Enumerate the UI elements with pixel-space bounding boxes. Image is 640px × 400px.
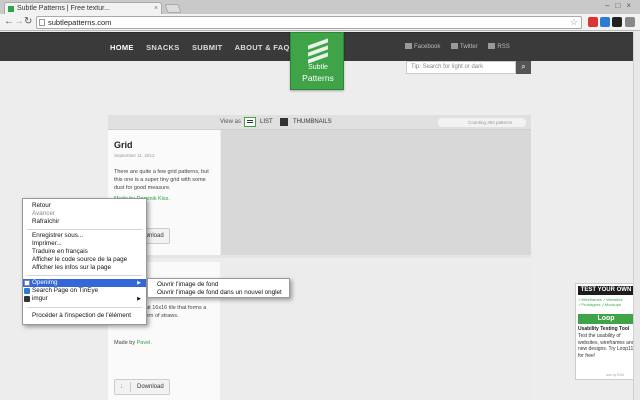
- submenu-item-open-bg-new-tab[interactable]: Ouvrir l'image de fond dans un nouvel on…: [148, 289, 289, 297]
- tab-close-icon[interactable]: ×: [154, 3, 158, 14]
- context-submenu: Ouvrir l'image de fond Ouvrir l'image de…: [147, 278, 290, 298]
- facebook-link[interactable]: Facebook: [405, 43, 441, 50]
- view-as-label: View as: [220, 119, 241, 125]
- browser-tab[interactable]: Subtle Patterns | Free textur... ×: [4, 2, 162, 14]
- submenu-arrow-icon: ▶: [137, 296, 141, 302]
- logo-text-line2: Patterns: [302, 73, 334, 83]
- pattern-date: September 11, 2012: [114, 153, 155, 158]
- rss-icon: [488, 43, 496, 49]
- pattern-preview: [221, 130, 531, 255]
- menu-item-imgur-label: imgur: [32, 295, 48, 302]
- page-scrollbar[interactable]: [633, 32, 640, 400]
- window-controls[interactable]: –□×: [605, 1, 637, 10]
- extension-icon[interactable]: [600, 17, 610, 27]
- menu-separator: [27, 229, 142, 230]
- nav-submit[interactable]: SUBMIT: [192, 43, 223, 52]
- ad-headline: TEST YOUR OWN: [578, 286, 634, 295]
- site-nav: HOME SNACKS SUBMIT ABOUT & FAQ: [110, 43, 300, 52]
- menu-item-tineye[interactable]: Search Page on TinEye: [23, 287, 146, 295]
- openimg-icon: [24, 280, 30, 286]
- imgur-icon: [24, 296, 30, 302]
- facebook-label: Facebook: [414, 44, 441, 50]
- submenu-arrow-icon: ▶: [137, 280, 141, 286]
- twitter-icon: [451, 43, 459, 49]
- menu-item-openimg[interactable]: Openimg ▶: [23, 279, 146, 287]
- menu-item-page-info[interactable]: Afficher les infos sur la page: [23, 264, 146, 272]
- page-icon: [39, 19, 45, 26]
- forward-button[interactable]: →: [14, 16, 24, 28]
- menu-item-translate[interactable]: Traduire en français: [23, 248, 146, 256]
- menu-separator: [27, 307, 142, 308]
- browser-toolbar: ← → ↻ subtlepatterns.com ☆: [0, 14, 640, 31]
- logo-mark-icon: [308, 38, 328, 64]
- divider: [108, 255, 531, 258]
- menu-item-reload[interactable]: Rafraîchir: [23, 218, 146, 226]
- search-icon: ⌕: [521, 62, 526, 71]
- logo-text-line1: Subtle: [308, 64, 328, 71]
- rss-label: RSS: [497, 44, 510, 50]
- view-bar: View as LIST THUMBNAILS Counting 384 pat…: [108, 115, 531, 130]
- tab-strip: Subtle Patterns | Free textur... × –□×: [0, 0, 640, 14]
- address-bar[interactable]: subtlepatterns.com ☆: [36, 16, 582, 29]
- thumbnails-view-icon[interactable]: [280, 118, 288, 126]
- submenu-item-open-bg[interactable]: Ouvrir l'image de fond: [148, 281, 289, 289]
- extension-icon[interactable]: [612, 17, 622, 27]
- url-text: subtlepatterns.com: [48, 18, 112, 27]
- pattern-author: Made by Pavel.: [114, 340, 152, 346]
- search-button[interactable]: ⌕: [516, 61, 531, 74]
- facebook-icon: [405, 43, 412, 49]
- back-button[interactable]: ←: [4, 16, 14, 28]
- list-view-icon[interactable]: [244, 117, 256, 127]
- twitter-link[interactable]: Twitter: [451, 43, 478, 50]
- menu-item-openimg-label: Openimg: [32, 279, 58, 286]
- new-tab-button[interactable]: [164, 4, 182, 13]
- pattern-count: Counting 384 patterns: [438, 118, 526, 127]
- thumbnails-view-label[interactable]: THUMBNAILS: [293, 119, 332, 125]
- menu-item-print[interactable]: Imprimer...: [23, 240, 146, 248]
- favicon-icon: [8, 6, 14, 12]
- rss-link[interactable]: RSS: [488, 43, 510, 50]
- nav-home[interactable]: HOME: [110, 43, 134, 52]
- pattern-title[interactable]: Grid: [114, 140, 133, 150]
- menu-item-inspect[interactable]: Procéder à l'inspection de l'élément: [23, 312, 146, 320]
- ad-credit: ads by BSA: [606, 373, 625, 377]
- download-button[interactable]: Download: [114, 379, 170, 395]
- menu-item-tineye-label: Search Page on TinEye: [32, 287, 99, 294]
- twitter-label: Twitter: [460, 44, 478, 50]
- nav-about[interactable]: ABOUT & FAQ: [235, 43, 290, 52]
- menu-item-forward[interactable]: Avancer: [23, 210, 146, 218]
- pattern-author-link[interactable]: Pavel.: [137, 340, 152, 346]
- ad-checklist: ✓Wireframes ✓Websites ✓Prototypes ✓Mocku…: [578, 297, 623, 307]
- bookmark-star-icon[interactable]: ☆: [570, 17, 578, 28]
- menu-item-imgur[interactable]: imgur ▶: [23, 295, 146, 303]
- ad-brand-logo: Loop: [578, 314, 634, 324]
- search-input[interactable]: Tip: Search for light or dark: [406, 61, 516, 74]
- ad-body: Test the usability of websites, wirefram…: [578, 333, 635, 359]
- tab-title: Subtle Patterns | Free textur...: [17, 5, 110, 12]
- extension-icon[interactable]: [588, 17, 598, 27]
- menu-item-back[interactable]: Retour: [23, 202, 146, 210]
- wrench-icon[interactable]: [625, 17, 635, 27]
- menu-separator: [27, 275, 142, 276]
- reload-button[interactable]: ↻: [24, 16, 32, 28]
- pattern-description: There are quite a few grid patterns, but…: [114, 169, 209, 191]
- list-view-label[interactable]: LIST: [260, 119, 273, 125]
- nav-snacks[interactable]: SNACKS: [146, 43, 179, 52]
- social-links: Facebook Twitter RSS: [405, 43, 519, 50]
- menu-item-view-source[interactable]: Afficher le code source de la page: [23, 256, 146, 264]
- menu-item-save-as[interactable]: Enregistrer sous...: [23, 232, 146, 240]
- context-menu: Retour Avancer Rafraîchir Enregistrer so…: [22, 198, 147, 325]
- ad-banner[interactable]: TEST YOUR OWN ✓Wireframes ✓Websites ✓Pro…: [575, 283, 637, 380]
- ad-title: Usability Testing Tool: [578, 326, 630, 332]
- site-logo[interactable]: Subtle Patterns: [290, 32, 344, 90]
- pattern-author-prefix: Made by: [114, 340, 136, 346]
- tineye-icon: [24, 288, 30, 294]
